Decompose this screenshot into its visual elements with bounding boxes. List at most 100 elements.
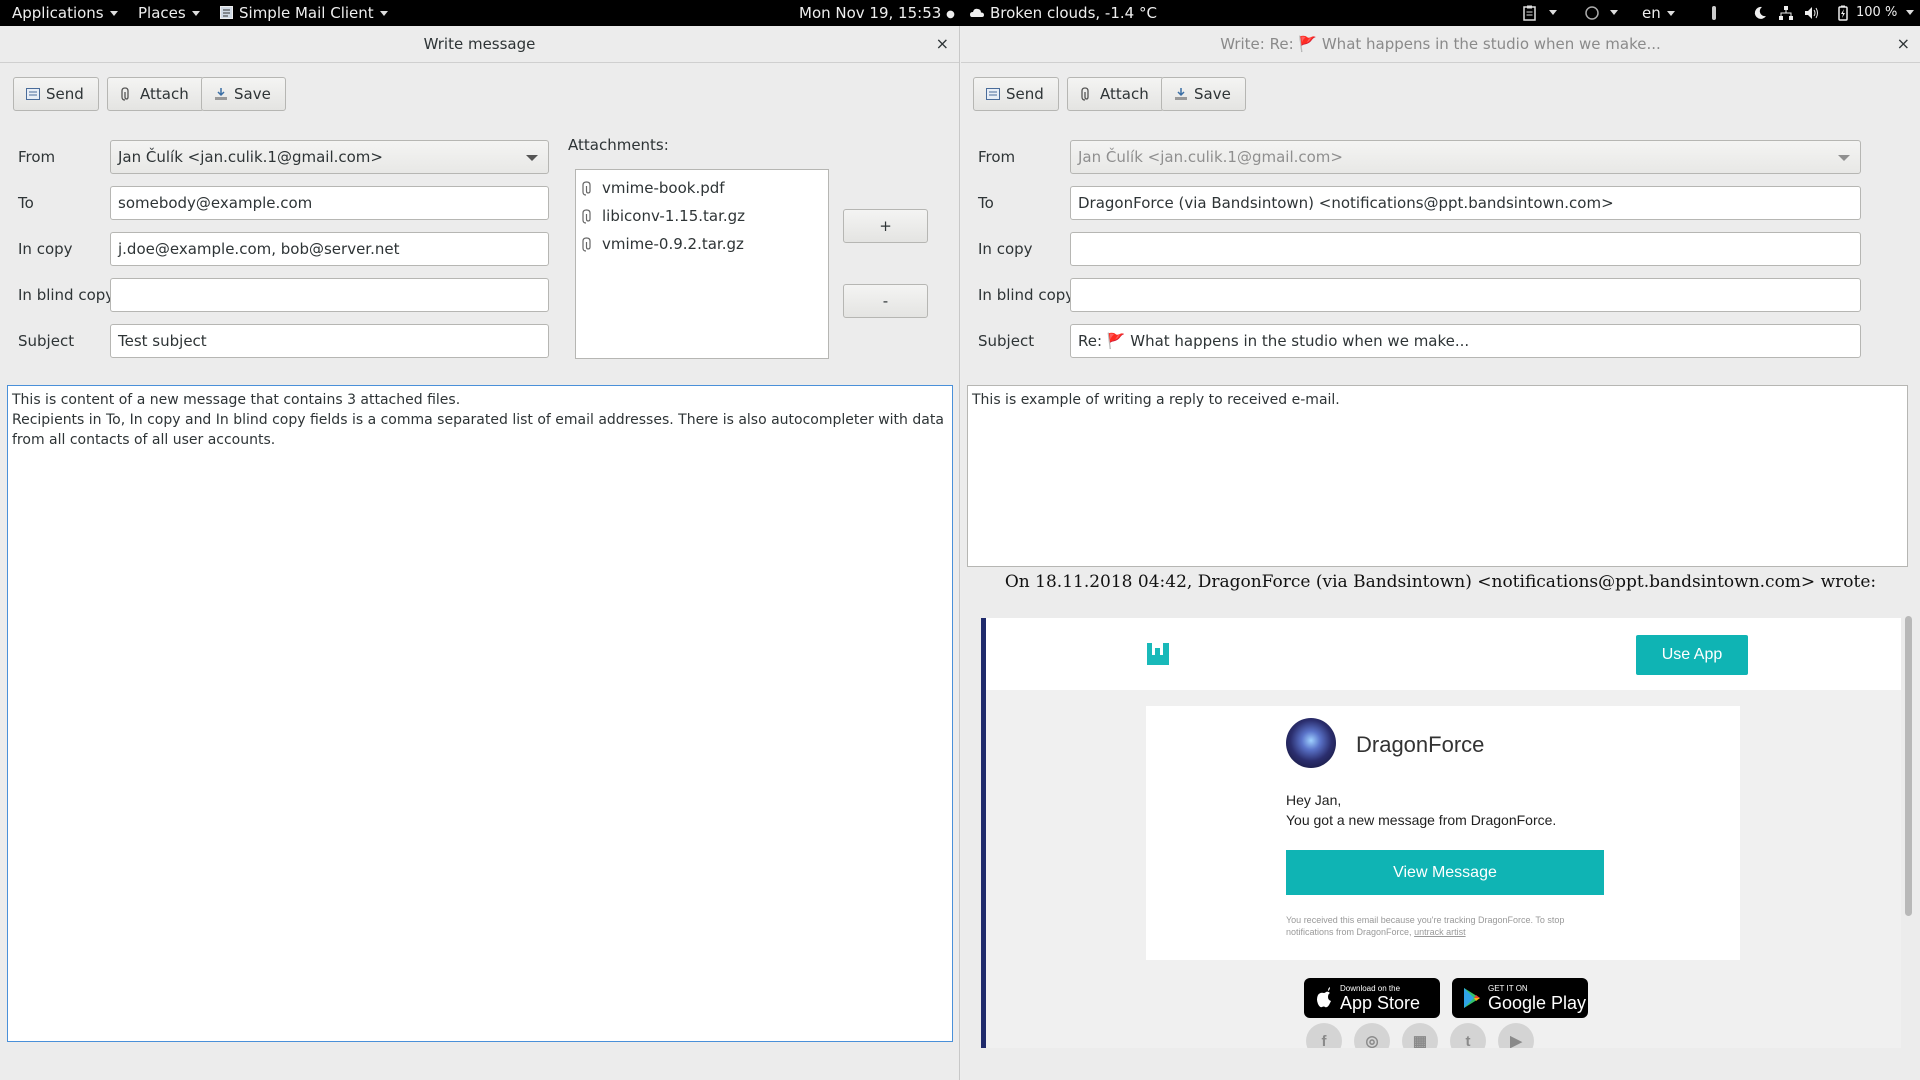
remove-attachment-button[interactable]: -	[843, 284, 928, 318]
appstore-small-text: Download on the	[1340, 983, 1401, 993]
view-message-button[interactable]: View Message	[1286, 850, 1604, 895]
to-field[interactable]: somebody@example.com	[110, 186, 549, 220]
chevron-down-icon	[1666, 11, 1675, 16]
google-play-badge[interactable]: GET IT ON Google Play	[1452, 978, 1588, 1018]
close-button[interactable]: ×	[1897, 34, 1910, 53]
bcc-field[interactable]	[1070, 278, 1861, 312]
send-label: Send	[1006, 85, 1044, 103]
body-line: This is example of writing a reply to re…	[972, 392, 1340, 408]
bcc-field[interactable]	[110, 278, 549, 312]
subject-label: Subject	[978, 332, 1035, 350]
weather-indicator[interactable]: Broken clouds, -1.4 °C	[970, 4, 1157, 22]
paperclip-icon	[582, 236, 591, 252]
list-item[interactable]: vmime-book.pdf	[576, 174, 828, 202]
night-light-icon[interactable]	[1752, 5, 1768, 21]
quoted-email: Use App DragonForce Hey Jan, You got a n…	[981, 608, 1901, 1048]
email-scrollbar[interactable]	[1904, 616, 1912, 996]
attach-button[interactable]: Attach	[107, 77, 204, 111]
attachment-name: vmime-0.9.2.tar.gz	[602, 235, 744, 253]
write-message-window: Write message × Send Attach Save From Ja…	[0, 26, 960, 1080]
language-label: en	[1642, 4, 1661, 22]
window-title: Write: Re: 🚩 What happens in the studio …	[1220, 35, 1661, 53]
applications-label: Applications	[12, 4, 104, 22]
from-select[interactable]: Jan Čulík <jan.culik.1@gmail.com>	[110, 140, 549, 174]
app-store-badge[interactable]: Download on the App Store	[1304, 978, 1440, 1018]
subject-field[interactable]: Re: 🚩 What happens in the studio when we…	[1070, 324, 1861, 358]
use-app-button[interactable]: Use App	[1636, 635, 1748, 675]
chevron-down-icon[interactable]	[1906, 10, 1914, 15]
battery-icon[interactable]	[1835, 5, 1851, 21]
send-icon	[986, 88, 1000, 100]
send-button[interactable]: Send	[973, 77, 1059, 111]
subject-value: Test subject	[118, 332, 207, 350]
cc-field[interactable]: j.doe@example.com, bob@server.net	[110, 232, 549, 266]
to-value: somebody@example.com	[118, 194, 313, 212]
send-button[interactable]: Send	[13, 77, 99, 111]
appstore-big-text: App Store	[1340, 992, 1421, 1013]
bcc-label: In blind copy	[18, 286, 115, 304]
attach-label: Attach	[140, 85, 189, 103]
twitter-icon[interactable]: t	[1450, 1023, 1486, 1048]
chevron-down-icon	[379, 11, 388, 16]
youtube-icon[interactable]: ▶	[1498, 1023, 1534, 1048]
save-icon	[1175, 88, 1187, 100]
bcc-label: In blind copy	[978, 286, 1075, 304]
attachment-name: vmime-book.pdf	[602, 179, 725, 197]
message-body[interactable]: This is content of a new message that co…	[7, 385, 953, 1042]
greeting: Hey Jan,	[1286, 792, 1342, 808]
googleplay-small-text: GET IT ON	[1488, 983, 1528, 993]
list-item[interactable]: vmime-0.9.2.tar.gz	[576, 230, 828, 258]
add-attachment-button[interactable]: +	[843, 209, 928, 243]
reply-window: Write: Re: 🚩 What happens in the studio …	[961, 26, 1920, 1080]
volume-icon[interactable]	[1804, 5, 1820, 21]
places-label: Places	[138, 4, 186, 22]
chevron-down-icon[interactable]	[1549, 10, 1557, 15]
email-header: Use App	[986, 618, 1901, 690]
brush-icon[interactable]	[1706, 5, 1722, 21]
facebook-icon[interactable]: f	[1306, 1023, 1342, 1048]
save-button[interactable]: Save	[1161, 77, 1246, 111]
battery-label: 100 %	[1856, 5, 1898, 20]
close-button[interactable]: ×	[936, 34, 949, 53]
to-label: To	[978, 194, 994, 212]
chevron-down-icon	[109, 11, 118, 16]
from-select[interactable]: Jan Čulík <jan.culik.1@gmail.com>	[1070, 140, 1861, 174]
send-icon	[26, 88, 40, 100]
places-menu[interactable]: Places	[138, 4, 200, 22]
attachments-list[interactable]: vmime-book.pdf libiconv-1.15.tar.gz vmim…	[575, 169, 829, 359]
network-icon[interactable]	[1778, 5, 1794, 21]
chevron-down-icon	[526, 155, 538, 161]
chevron-down-icon[interactable]	[1610, 10, 1618, 15]
list-item[interactable]: libiconv-1.15.tar.gz	[576, 202, 828, 230]
to-field[interactable]: DragonForce (via Bandsintown) <notificat…	[1070, 186, 1861, 220]
from-label: From	[978, 148, 1016, 166]
save-button[interactable]: Save	[201, 77, 286, 111]
clipboard-icon[interactable]	[1522, 5, 1538, 21]
clock[interactable]: Mon Nov 19, 15:53 ●	[799, 4, 955, 22]
cc-value: j.doe@example.com, bob@server.net	[118, 240, 400, 258]
paperclip-icon	[582, 180, 591, 196]
cc-field[interactable]	[1070, 232, 1861, 266]
app-menu[interactable]: Simple Mail Client	[220, 4, 388, 22]
from-value: Jan Čulík <jan.culik.1@gmail.com>	[118, 148, 383, 166]
titlebar: Write message ×	[0, 26, 959, 63]
subject-value: Re: 🚩 What happens in the studio when we…	[1078, 332, 1470, 350]
from-label: From	[18, 148, 56, 166]
app-name-label: Simple Mail Client	[239, 4, 374, 22]
avatar	[1286, 718, 1336, 768]
circle-status-icon[interactable]	[1584, 5, 1600, 21]
quote-header: On 18.11.2018 04:42, DragonForce (via Ba…	[1004, 572, 1877, 592]
paperclip-icon	[121, 87, 129, 101]
bandsintown-social-icon[interactable]: ▦	[1402, 1023, 1438, 1048]
reply-body[interactable]: This is example of writing a reply to re…	[967, 385, 1908, 567]
window-title: Write message	[423, 35, 536, 53]
instagram-icon[interactable]: ◎	[1354, 1023, 1390, 1048]
fineprint: You received this email because you're t…	[1286, 914, 1606, 938]
apple-icon	[1317, 987, 1331, 1008]
untrack-link[interactable]: untrack artist	[1414, 927, 1466, 937]
attach-button[interactable]: Attach	[1067, 77, 1164, 111]
language-menu[interactable]: en	[1642, 4, 1675, 22]
applications-menu[interactable]: Applications	[12, 4, 118, 22]
scrollbar-thumb[interactable]	[1905, 616, 1912, 916]
subject-field[interactable]: Test subject	[110, 324, 549, 358]
